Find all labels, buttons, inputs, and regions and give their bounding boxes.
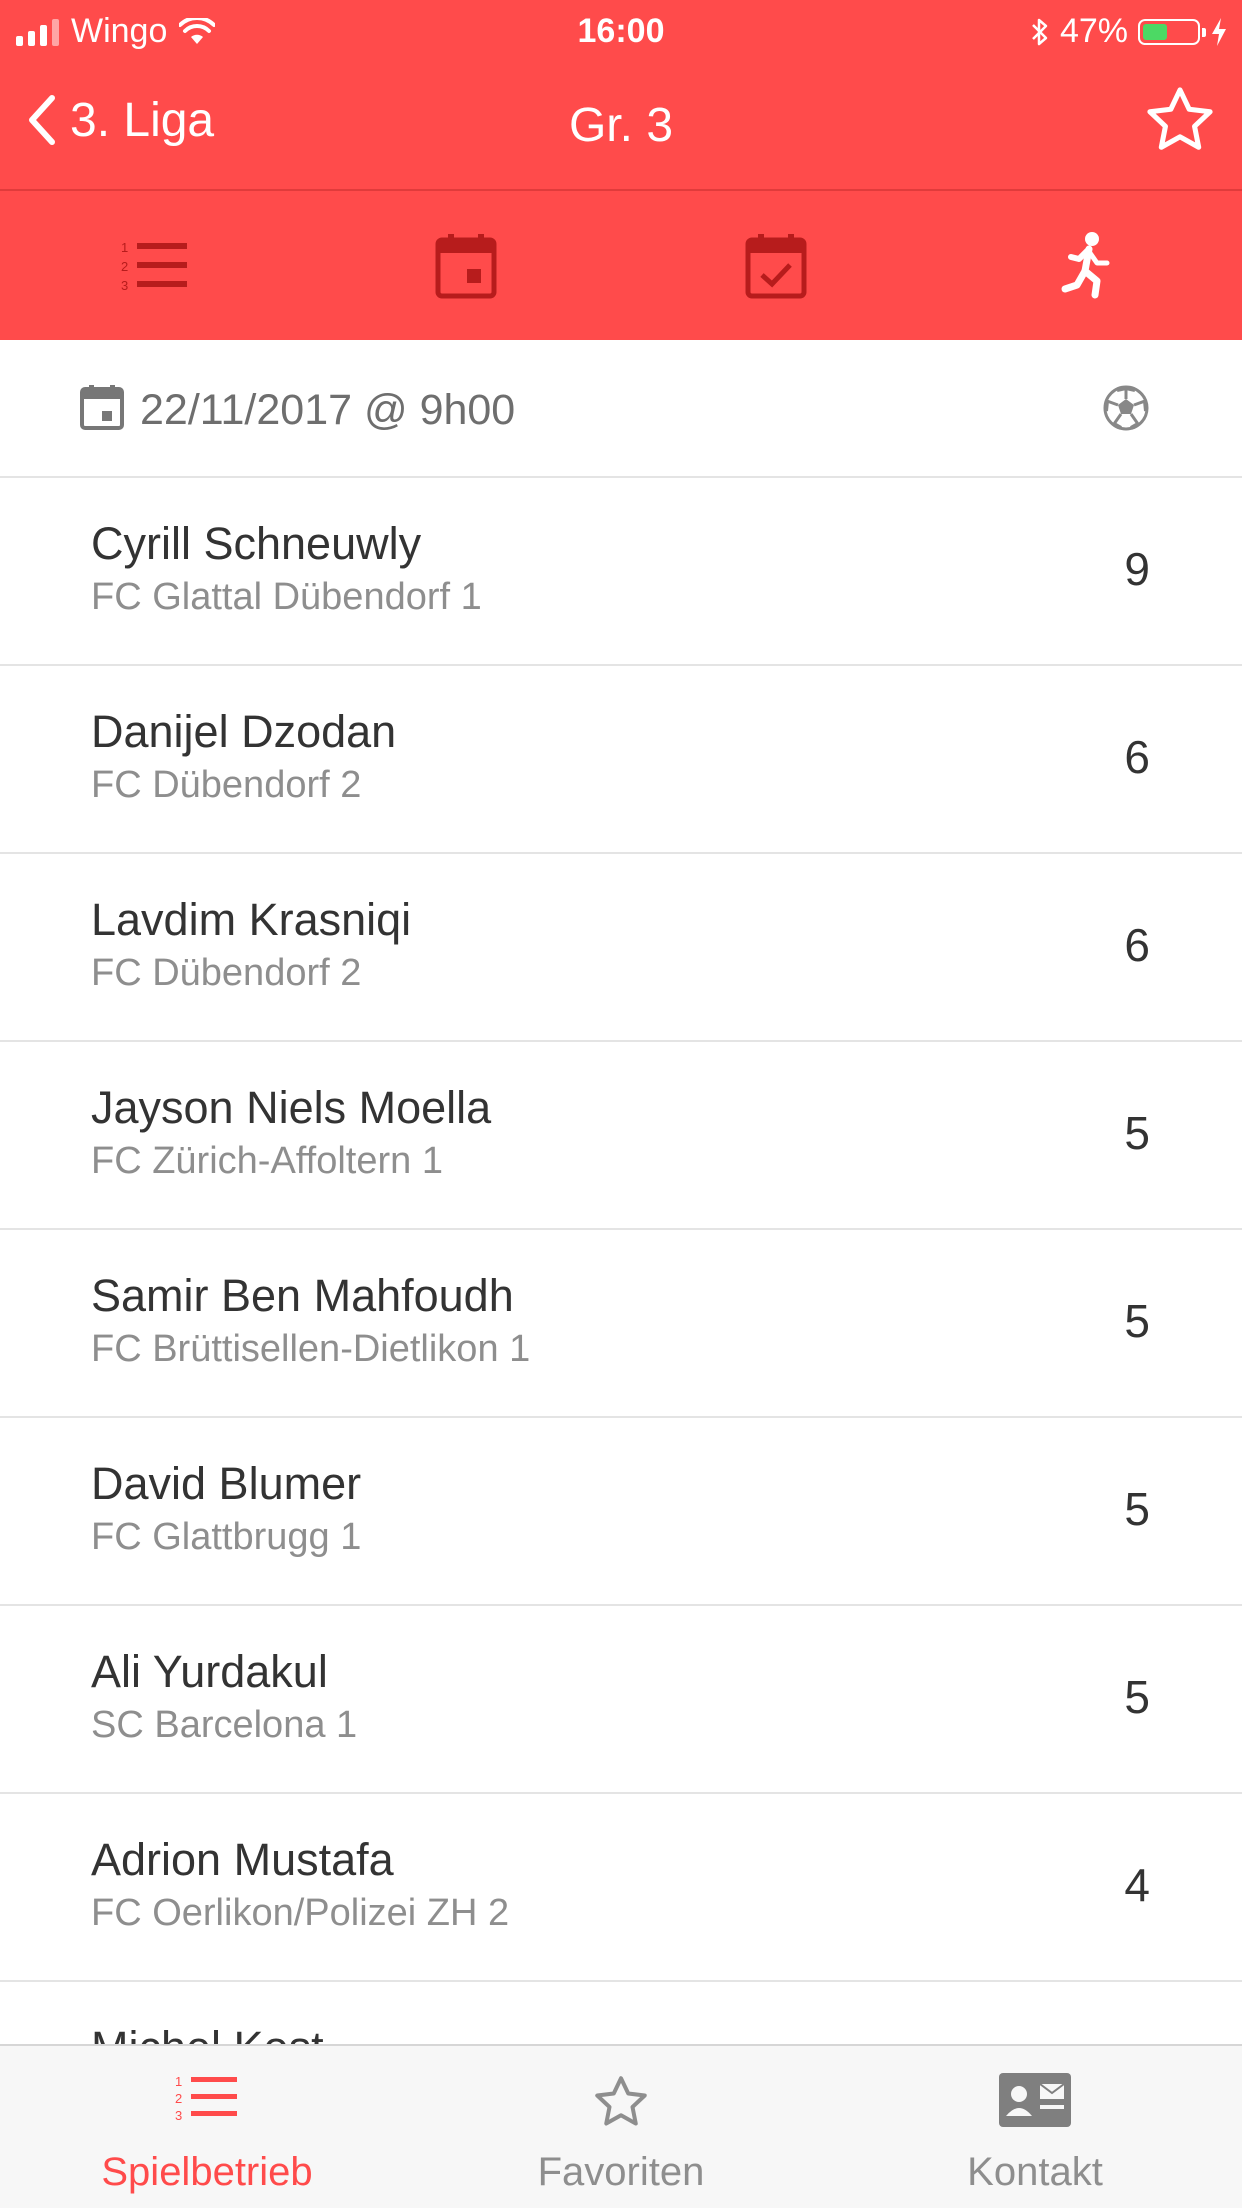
team-name: FC Brüttisellen-Dietlikon 1 — [91, 1328, 531, 1370]
scorer-row[interactable]: Michel Kost — [0, 1982, 1242, 2044]
tab-label: Spielbetrieb — [101, 2150, 313, 2194]
contact-card-icon — [999, 2073, 1071, 2127]
date-header: 22/11/2017 @ 9h00 — [0, 340, 1242, 478]
goal-count: 6 — [1124, 731, 1150, 783]
svg-text:3: 3 — [175, 2108, 182, 2123]
scorer-row[interactable]: Samir Ben Mahfoudh FC Brüttisellen-Dietli… — [0, 1230, 1242, 1418]
tab-ranking[interactable]: 1 2 3 — [0, 191, 311, 340]
svg-text:1: 1 — [175, 2074, 182, 2089]
team-name: SC Barcelona 1 — [91, 1704, 358, 1746]
battery-percent: 47% — [1059, 12, 1128, 50]
tab-favoriten[interactable]: Favoriten — [414, 2046, 828, 2208]
player-name: David Blumer — [91, 1458, 362, 1509]
svg-text:2: 2 — [121, 259, 128, 274]
player-name: Lavdim Krasniqi — [91, 894, 412, 945]
scorer-row[interactable]: Jayson Niels Moella FC Zürich-Affoltern 1… — [0, 1042, 1242, 1230]
header: Wingo 16:00 47% 3. Liga Gr. 3 1 2 3 — [0, 0, 1242, 340]
back-label: 3. Liga — [70, 93, 215, 147]
tab-spielbetrieb[interactable]: 1 2 3 Spielbetrieb — [0, 2046, 414, 2208]
favorite-star-button[interactable] — [1142, 82, 1218, 163]
star-icon — [595, 2076, 647, 2126]
runner-icon — [1061, 231, 1110, 298]
goal-count: 5 — [1124, 1107, 1150, 1159]
player-name: Cyrill Schneuwly — [91, 518, 422, 569]
scorer-row[interactable]: Ali Yurdakul SC Barcelona 1 5 — [0, 1606, 1242, 1794]
navigation-bar: 3. Liga Gr. 3 — [0, 62, 1242, 190]
team-name: FC Glattal Dübendorf 1 — [91, 576, 482, 618]
tab-kontakt[interactable]: Kontakt — [828, 2046, 1242, 2208]
tab-results[interactable] — [621, 191, 932, 340]
ranking-list-icon: 1 2 3 — [121, 240, 188, 293]
goal-count: 5 — [1124, 1295, 1150, 1347]
team-name: FC Oerlikon/Polizei ZH 2 — [91, 1892, 510, 1934]
player-name: Adrion Mustafa — [91, 1834, 394, 1885]
goal-count: 4 — [1124, 1859, 1150, 1911]
calendar-small-icon — [80, 385, 124, 430]
scorer-row[interactable]: David Blumer FC Glattbrugg 1 5 — [0, 1418, 1242, 1606]
back-button[interactable]: 3. Liga — [26, 92, 214, 148]
scorer-row[interactable]: Adrion Mustafa FC Oerlikon/Polizei ZH 2 4 — [0, 1794, 1242, 1982]
scorer-list[interactable]: 22/11/2017 @ 9h00 Cyrill Schneuwly FC Gla… — [0, 340, 1242, 2044]
bottom-tab-bar: 1 2 3 Spielbetrieb Favoriten Kontakt — [0, 2044, 1242, 2208]
goal-count: 5 — [1124, 1671, 1150, 1723]
svg-text:2: 2 — [175, 2091, 182, 2106]
svg-text:1: 1 — [121, 240, 128, 255]
goal-count: 5 — [1124, 1483, 1150, 1535]
player-name: Samir Ben Mahfoudh — [91, 1270, 514, 1321]
list-icon: 1 2 3 — [175, 2074, 237, 2123]
tab-label: Favoriten — [537, 2150, 705, 2194]
tab-scorers[interactable] — [932, 191, 1242, 340]
player-name: Jayson Niels Moella — [91, 1082, 492, 1133]
bluetooth-icon — [1032, 18, 1048, 45]
tab-label: Kontakt — [967, 2150, 1103, 2194]
calendar-icon — [435, 233, 497, 298]
tab-schedule[interactable] — [311, 191, 622, 340]
scorer-row[interactable]: Lavdim Krasniqi FC Dübendorf 2 6 — [0, 854, 1242, 1042]
soccer-ball-icon — [1103, 385, 1149, 431]
goal-count: 6 — [1124, 919, 1150, 971]
team-name: FC Dübendorf 2 — [91, 764, 362, 806]
chevron-left-icon — [29, 95, 55, 145]
team-name: FC Glattbrugg 1 — [91, 1516, 362, 1558]
player-name: Danijel Dzodan — [91, 706, 397, 757]
scorer-row[interactable]: Danijel Dzodan FC Dübendorf 2 6 — [0, 666, 1242, 854]
charging-bolt-icon — [1212, 17, 1226, 46]
status-right: 47% — [1030, 12, 1228, 51]
date-label: 22/11/2017 @ 9h00 — [140, 386, 516, 434]
section-tabs: 1 2 3 — [0, 191, 1242, 340]
player-name: Michel Kost — [91, 2022, 324, 2044]
team-name: FC Zürich-Affoltern 1 — [91, 1140, 443, 1182]
scorer-row[interactable]: Cyrill Schneuwly FC Glattal Dübendorf 1 9 — [0, 478, 1242, 666]
team-name: FC Dübendorf 2 — [91, 952, 362, 994]
svg-text:3: 3 — [121, 278, 128, 293]
player-name: Ali Yurdakul — [91, 1646, 328, 1697]
status-bar: Wingo 16:00 47% — [0, 0, 1242, 62]
star-outline-icon — [1147, 87, 1213, 150]
battery-icon — [1138, 18, 1206, 45]
calendar-check-icon — [745, 233, 807, 298]
goal-count: 9 — [1124, 543, 1150, 595]
